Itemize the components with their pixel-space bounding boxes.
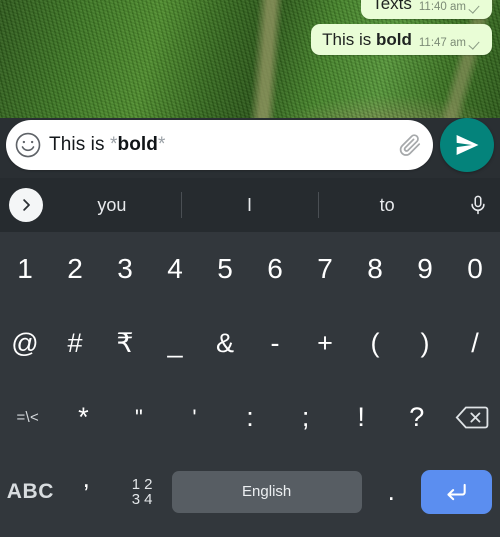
suggestion-item[interactable]: you [43, 178, 181, 232]
key-numeric-layout[interactable]: 1 2 3 4 [116, 477, 169, 507]
key-abc-layout[interactable]: ABC [4, 455, 57, 529]
chevron-right-icon [23, 199, 30, 211]
message-timestamp: 11:47 am [418, 37, 466, 49]
key-asterisk[interactable]: * [56, 381, 112, 455]
chat-message-row: This is bold 11:47 am [311, 24, 492, 55]
message-text: Texts [372, 0, 412, 13]
chat-message-row: Texts 11:40 am [361, 0, 492, 19]
message-meta: 11:47 am [419, 37, 483, 50]
message-timestamp: 11:40 am [418, 1, 466, 13]
paperclip-icon[interactable] [397, 132, 423, 158]
message-input-container[interactable]: This is *bold* [6, 120, 433, 170]
key-8[interactable]: 8 [350, 232, 400, 306]
keyboard-row-numbers: 1 2 3 4 5 6 7 8 9 0 [0, 232, 500, 306]
key-5[interactable]: 5 [200, 232, 250, 306]
suggestion-list: you I to [43, 178, 456, 232]
key-underscore[interactable]: _ [150, 306, 200, 380]
message-input-bar: This is *bold* [0, 112, 500, 178]
grid-digit: 4 [144, 490, 153, 508]
grid-digit: 3 [131, 490, 141, 508]
key-period[interactable]: . [365, 455, 418, 529]
key-9[interactable]: 9 [400, 232, 450, 306]
symbol-keyboard: 1 2 3 4 5 6 7 8 9 0 @ # ₹ _ & - + ( ) / … [0, 232, 500, 537]
keyboard-row-bottom: ABC , 1 2 3 4 English . [0, 455, 500, 537]
send-button[interactable] [440, 118, 494, 172]
enter-arrow-icon [447, 483, 466, 501]
key-at[interactable]: @ [0, 306, 50, 380]
key-2[interactable]: 2 [50, 232, 100, 306]
keyboard-suggestion-strip: you I to [0, 178, 500, 232]
key-backspace[interactable] [445, 405, 500, 430]
voice-input-button[interactable] [456, 194, 500, 216]
key-3[interactable]: 3 [100, 232, 150, 306]
numeric-grid-icon: 1 2 3 4 [132, 477, 153, 507]
key-rupee[interactable]: ₹ [100, 306, 150, 380]
key-enter[interactable] [420, 469, 492, 514]
single-check-icon [470, 38, 483, 48]
grid-digit: 1 [131, 475, 141, 493]
key-question[interactable]: ? [389, 381, 445, 455]
key-1[interactable]: 1 [0, 232, 50, 306]
key-double-quote[interactable]: " [111, 381, 167, 455]
grid-digit: 2 [144, 475, 153, 493]
key-7[interactable]: 7 [300, 232, 350, 306]
expand-suggestions-button[interactable] [9, 188, 43, 222]
key-spacebar[interactable]: English [171, 470, 362, 513]
key-0[interactable]: 0 [450, 232, 500, 306]
key-hyphen[interactable]: - [250, 306, 300, 380]
key-single-quote[interactable]: ' [167, 381, 223, 455]
message-input-text[interactable]: This is *bold* [49, 134, 391, 156]
message-text: This is bold [322, 30, 412, 49]
key-colon[interactable]: : [222, 381, 278, 455]
key-paren-open[interactable]: ( [350, 306, 400, 380]
key-4[interactable]: 4 [150, 232, 200, 306]
key-hash[interactable]: # [50, 306, 100, 380]
microphone-icon [471, 195, 485, 215]
single-check-icon [470, 2, 483, 12]
phone-screen: Texts 11:40 am This is bold 11:47 am Thi… [0, 0, 500, 537]
send-plane-icon [456, 135, 479, 155]
keyboard-row-symbols-alt: =\< * " ' : ; ! ? [0, 381, 500, 455]
suggestion-item[interactable]: to [318, 178, 456, 232]
key-exclamation[interactable]: ! [333, 381, 389, 455]
key-paren-close[interactable]: ) [400, 306, 450, 380]
suggestion-item[interactable]: I [180, 178, 319, 232]
backspace-icon [455, 406, 489, 429]
key-semicolon[interactable]: ; [278, 381, 334, 455]
smiley-face-icon[interactable] [13, 130, 43, 160]
outgoing-message-bubble[interactable]: This is bold 11:47 am [311, 24, 492, 55]
chat-conversation-area: Texts 11:40 am This is bold 11:47 am [0, 0, 500, 118]
keyboard-row-symbols: @ # ₹ _ & - + ( ) / [0, 306, 500, 380]
message-meta: 11:40 am [419, 1, 483, 14]
key-comma[interactable]: , [60, 455, 113, 529]
key-slash[interactable]: / [450, 306, 500, 380]
key-6[interactable]: 6 [250, 232, 300, 306]
key-more-symbols[interactable]: =\< [0, 381, 56, 455]
key-ampersand[interactable]: & [200, 306, 250, 380]
key-plus[interactable]: + [300, 306, 350, 380]
outgoing-message-bubble[interactable]: Texts 11:40 am [361, 0, 492, 19]
